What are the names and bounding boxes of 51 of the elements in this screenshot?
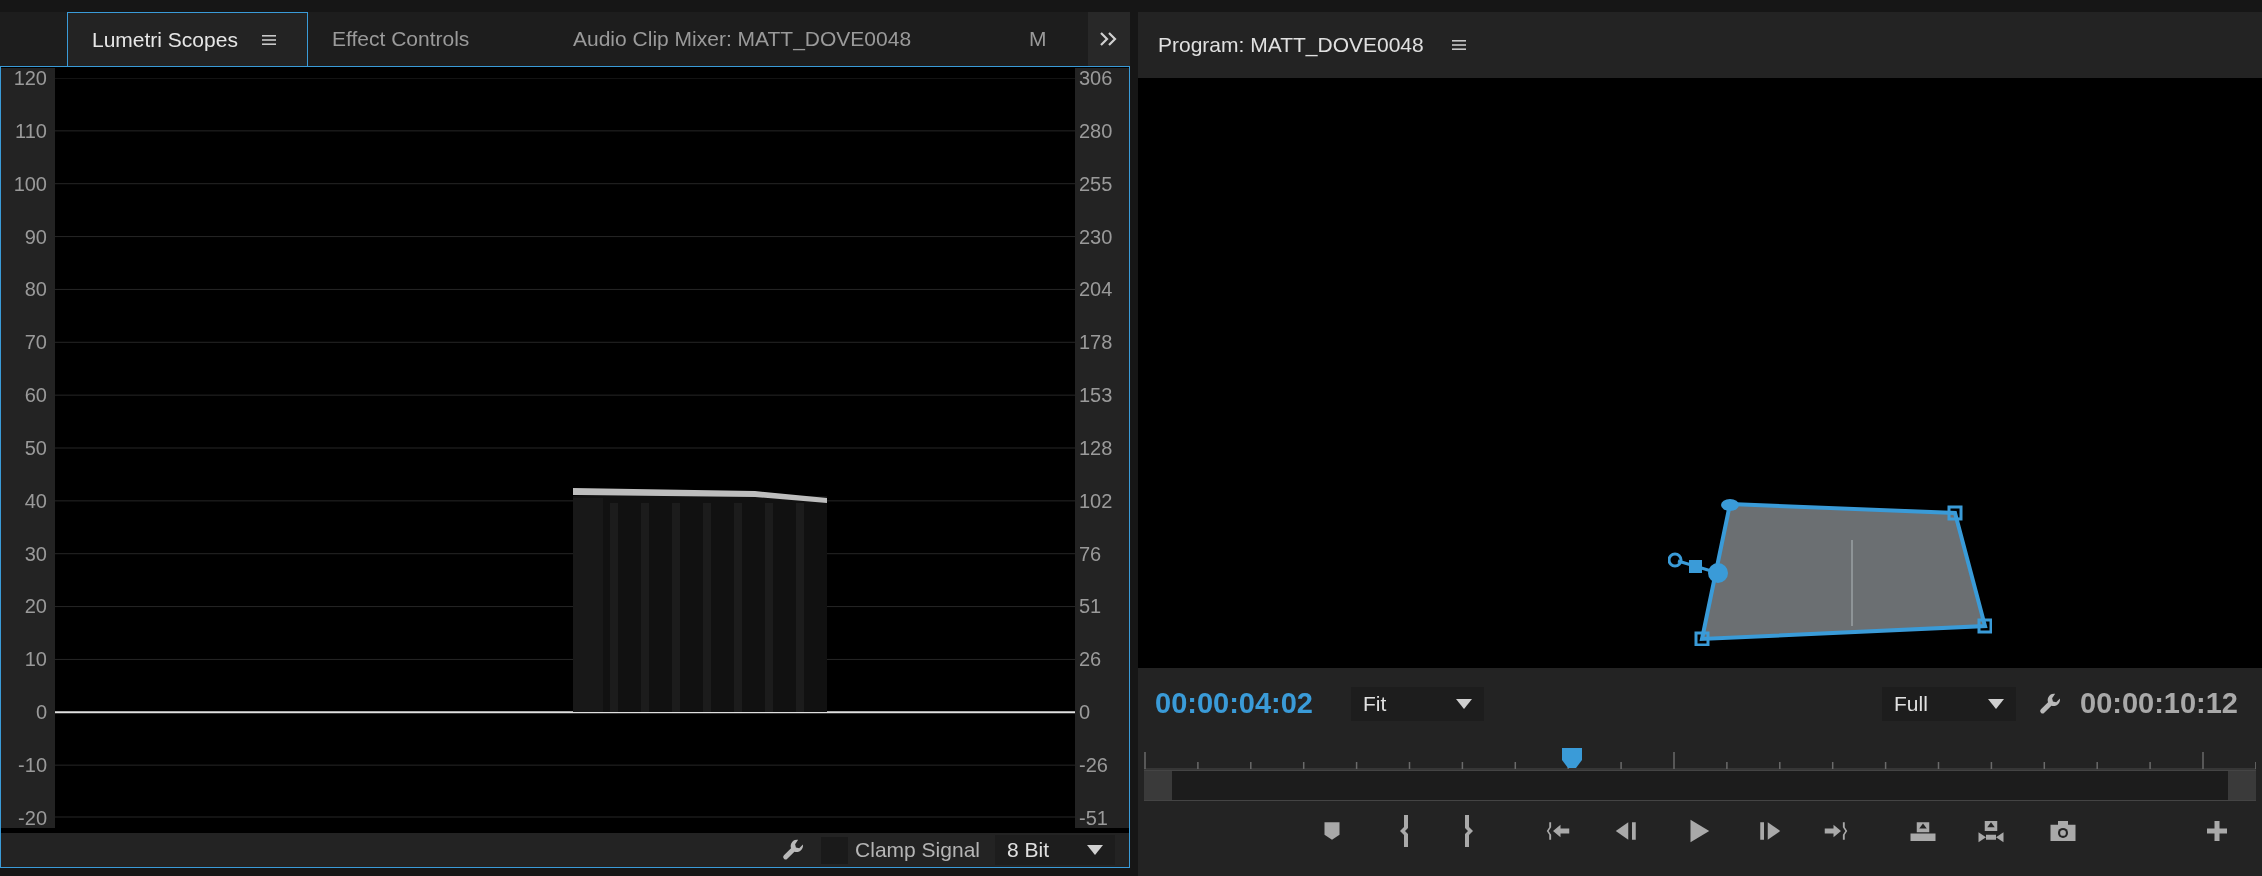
scale-label: 60 [23, 385, 48, 406]
panel-tab[interactable]: Lumetri Scopes [67, 12, 308, 66]
scale-label: 178 [1078, 332, 1114, 353]
scale-label: 0 [1078, 702, 1092, 723]
scale-label: 0 [34, 702, 48, 723]
scale-label: 50 [23, 437, 48, 458]
scale-label: 280 [1078, 120, 1114, 141]
scale-label: 51 [1078, 596, 1103, 617]
scale-label: 20 [23, 596, 48, 617]
scale-label: -10 [17, 754, 48, 775]
panel-title: Program: MATT_DOVE0048 [1158, 32, 1424, 59]
scale-label: -51 [1078, 807, 1109, 828]
scale-label: -26 [1078, 754, 1109, 775]
scale-label: 10 [23, 649, 48, 670]
scale-label: 204 [1078, 279, 1114, 300]
tab-overflow-button[interactable] [1088, 12, 1130, 66]
scale-label: 230 [1078, 226, 1114, 247]
checkbox-label: Clamp Signal [855, 837, 980, 864]
scrubber-handle[interactable] [2228, 771, 2256, 800]
resolution-dropdown[interactable]: Full [1882, 687, 2016, 721]
scale-label: 40 [23, 490, 48, 511]
scrubber-track[interactable] [1144, 770, 2256, 801]
menu-icon[interactable] [1451, 39, 1466, 51]
scale-label: 90 [23, 226, 48, 247]
caret-icon [1456, 699, 1472, 709]
scale-label: 70 [23, 332, 48, 353]
duration-timecode: 00:00:10:12 [2080, 686, 2238, 722]
scrubber-handle[interactable] [1144, 771, 1172, 800]
scale-label: -20 [17, 807, 48, 828]
scale-label: 255 [1078, 173, 1114, 194]
scale-label: 102 [1078, 490, 1114, 511]
menu-icon[interactable] [261, 33, 276, 46]
caret-icon [1087, 845, 1103, 855]
scale-label: 26 [1078, 649, 1103, 670]
scale-label: 120 [12, 68, 48, 88]
scale-label: 100 [12, 173, 48, 194]
scale-label: 306 [1078, 68, 1114, 88]
mark-in-icon [1399, 814, 1409, 847]
scale-label: 76 [1078, 543, 1103, 564]
scale-label: 153 [1078, 385, 1114, 406]
scale-label: 30 [23, 543, 48, 564]
scale-label: 80 [23, 279, 48, 300]
zoom-dropdown[interactable]: Fit [1351, 687, 1484, 721]
mark-out-icon [1464, 814, 1474, 847]
caret-icon [1988, 699, 2004, 709]
scale-label: 110 [14, 120, 48, 141]
mask-shape-drawing[interactable] [1668, 498, 1992, 646]
current-timecode[interactable]: 00:00:04:02 [1155, 682, 1313, 726]
scale-label: 128 [1078, 437, 1114, 458]
double-chevron-icon [1100, 32, 1118, 46]
bit-depth-dropdown[interactable]: 8 Bit [995, 835, 1115, 865]
